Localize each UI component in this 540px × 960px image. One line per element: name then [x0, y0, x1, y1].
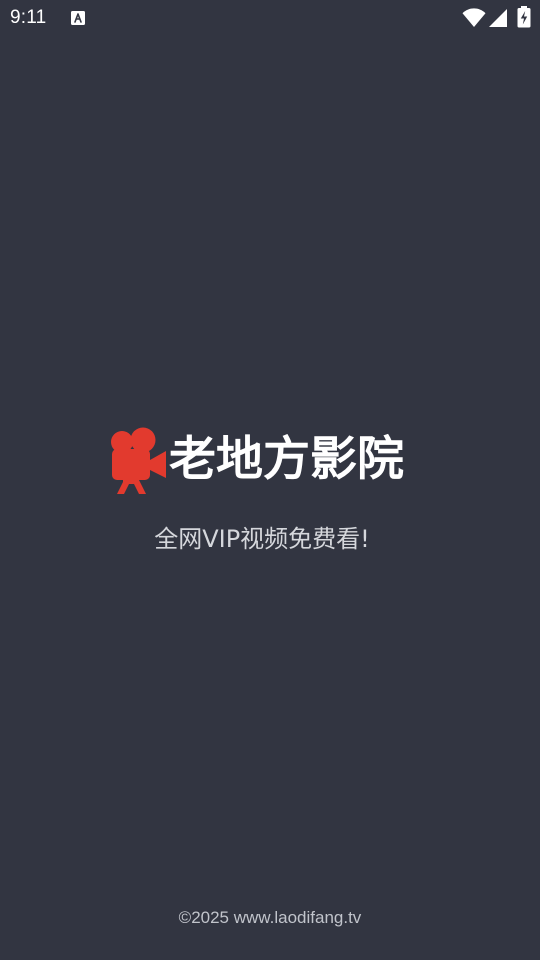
status-bar: 9:11 [0, 0, 540, 36]
cellular-signal-icon [489, 9, 507, 27]
brand-header: 老地方影院 [108, 427, 438, 497]
movie-camera-icon [111, 427, 166, 494]
keyboard-a-icon [71, 11, 85, 25]
battery-charging-icon [517, 6, 531, 28]
footer-copyright: ©2025 www.laodifang.tv [178, 908, 362, 927]
app-title: 老地方影院 [169, 432, 404, 487]
app-tagline: 全网VIP视频免费看! [154, 525, 370, 553]
status-time: 9:11 [10, 7, 47, 28]
wifi-icon [462, 8, 486, 27]
